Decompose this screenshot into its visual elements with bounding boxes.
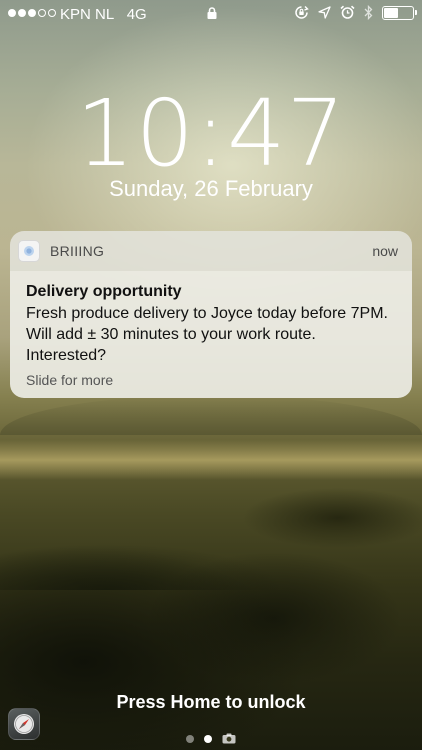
notification-header: BRIIING now bbox=[10, 231, 412, 271]
alarm-icon bbox=[340, 5, 355, 19]
notification-app-name: BRIIING bbox=[50, 243, 105, 259]
page-indicator bbox=[186, 733, 236, 744]
location-arrow-icon bbox=[318, 6, 331, 19]
notification-time: now bbox=[372, 243, 398, 259]
lock-screen-time: 10:47 bbox=[75, 80, 347, 187]
page-dot bbox=[186, 734, 194, 743]
network-type: 4G bbox=[126, 6, 147, 23]
bluetooth-icon bbox=[364, 5, 373, 20]
page-dot-active bbox=[204, 734, 212, 743]
lock-screen-date: Sunday, 26 February bbox=[109, 176, 313, 201]
notification-card[interactable]: BRIIING now Delivery opportunity Fresh p… bbox=[10, 231, 412, 398]
camera-icon[interactable] bbox=[222, 733, 236, 744]
battery-icon bbox=[382, 5, 417, 20]
wallpaper-trees bbox=[0, 530, 422, 750]
notification-body: Delivery opportunity Fresh produce deliv… bbox=[10, 271, 412, 398]
compass-icon bbox=[14, 714, 34, 734]
status-bar: KPN NL 4G bbox=[0, 0, 422, 28]
wallpaper-hill bbox=[0, 395, 422, 435]
wallpaper-hill bbox=[0, 470, 422, 550]
status-icons bbox=[294, 5, 417, 20]
carrier-name: KPN NL bbox=[60, 6, 115, 23]
compass-app-button[interactable] bbox=[8, 708, 40, 740]
signal-strength-icon bbox=[8, 9, 56, 17]
lock-icon bbox=[207, 7, 217, 19]
notification-title: Delivery opportunity bbox=[26, 283, 182, 300]
rotation-lock-icon bbox=[295, 6, 309, 19]
notification-message: Fresh produce delivery to Joyce today be… bbox=[26, 305, 388, 364]
wallpaper-hill bbox=[0, 470, 422, 590]
carrier-label: KPN NL 4G bbox=[60, 6, 147, 23]
app-icon bbox=[18, 240, 40, 262]
notification-action-hint[interactable]: Slide for more bbox=[26, 372, 396, 388]
wallpaper-mist bbox=[0, 440, 422, 480]
battery-fill bbox=[384, 7, 398, 18]
unlock-hint: Press Home to unlock bbox=[116, 692, 306, 712]
